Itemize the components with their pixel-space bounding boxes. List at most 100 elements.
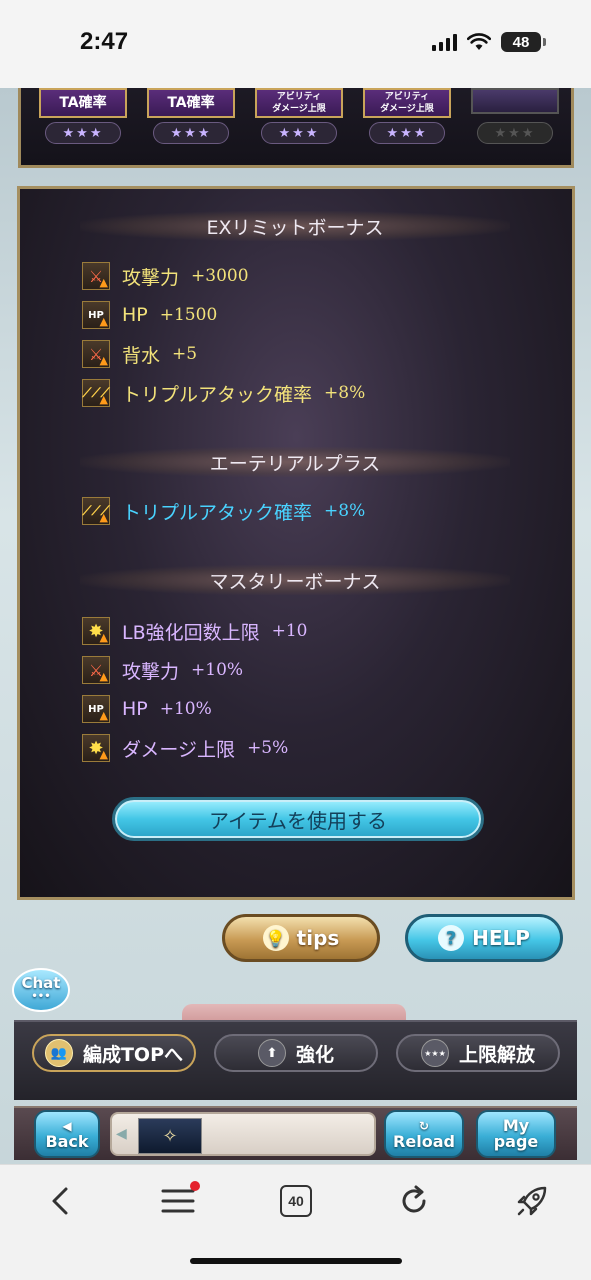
browser-menu-button[interactable] — [156, 1179, 200, 1223]
back-label: Back — [45, 1132, 89, 1151]
bonus-row: ⟋⟋⟋ ▲ トリプルアタック確率 +8% — [82, 496, 365, 526]
bonus-label: LB強化回数上限 — [122, 621, 260, 644]
notification-dot — [190, 1181, 200, 1191]
bonus-value: +3000 — [191, 266, 249, 286]
bonus-row: ⟋⟋⟋ ▲ トリプルアタック確率 +8% — [82, 378, 365, 408]
skill-card-ability-damage-cap[interactable]: アビリティ ダメージ上限 — [363, 88, 451, 118]
skill-card-label: アビリティ ダメージ上限 — [380, 92, 434, 114]
bonus-value: +10% — [159, 699, 212, 719]
tab-upgrade[interactable]: ⬆ 強化 — [214, 1034, 378, 1072]
browser-tabs-button[interactable]: 40 — [274, 1179, 318, 1223]
reload-label: Reload — [393, 1132, 455, 1151]
skill-stars: ★★★ — [369, 122, 445, 144]
bonus-row: HP ▲ HP +1500 — [82, 300, 217, 330]
bonus-label: トリプルアタック確率 — [122, 383, 313, 406]
chat-label: Chat — [21, 974, 61, 992]
section-header-mastery: マスタリーボーナス — [80, 565, 510, 595]
mypage-label-line2: page — [493, 1132, 539, 1151]
skill-stars: ★★★ — [45, 122, 121, 144]
bonus-row: ✸ ▲ LB強化回数上限 +10 — [82, 616, 308, 646]
battery-indicator: 48 — [501, 32, 546, 52]
skill-stars-empty: ★★★ — [477, 122, 553, 144]
arrow-up-icon: ⬆ — [257, 1039, 286, 1067]
bonus-value: +1500 — [159, 305, 218, 325]
use-item-button[interactable]: アイテムを使用する — [112, 797, 484, 841]
browser-back-button[interactable] — [38, 1179, 82, 1223]
bonus-value: +8% — [324, 383, 366, 403]
bonus-row: ⚔ ▲ 攻撃力 +3000 — [82, 261, 249, 291]
chevron-left-icon[interactable]: ◀ — [116, 1126, 130, 1146]
question-mark-icon: ? — [438, 925, 465, 951]
tab-label: 上限解放 — [458, 1043, 535, 1066]
signal-icon — [432, 33, 457, 51]
bonus-value: +5% — [247, 738, 289, 758]
menu-icon — [161, 1189, 195, 1213]
bonus-panel: EXリミットボーナス ⚔ ▲ 攻撃力 +3000 HP ▲ HP +1500 ⚔ ▲ … — [17, 186, 575, 900]
rocket-icon — [517, 1186, 547, 1216]
mypage-button[interactable]: My page — [476, 1110, 556, 1158]
tab-formation-top[interactable]: 👥 編成TOPへ — [32, 1034, 196, 1072]
help-button[interactable]: ? HELP — [405, 914, 563, 962]
bonus-value: +10% — [191, 660, 244, 680]
skill-card-ta-rate[interactable]: TA確率 — [147, 88, 235, 118]
bonus-label: 攻撃力 — [122, 660, 180, 683]
browser-rocket-button[interactable] — [510, 1179, 554, 1223]
hp-icon: HP ▲ — [82, 695, 110, 723]
bonus-row: ⚔ ▲ 攻撃力 +10% — [82, 655, 243, 685]
star-burst-icon: ✸ ▲ — [82, 617, 110, 645]
chevron-left-icon — [52, 1187, 68, 1215]
party-icon: 👥 — [44, 1039, 73, 1067]
back-button[interactable]: ◀ Back — [34, 1110, 100, 1158]
hp-icon: HP ▲ — [82, 301, 110, 329]
stars-icon: ★★★ — [420, 1039, 449, 1067]
triple-attack-icon: ⟋⟋⟋ ▲ — [82, 379, 110, 407]
weapon-skill-panel: TA確率 ★★★ TA確率 ★★★ アビリティ ダメージ上限 ★★★ アビリティ… — [18, 88, 574, 168]
skill-card-ta-rate[interactable]: TA確率 — [39, 88, 127, 118]
browser-reload-button[interactable] — [392, 1179, 436, 1223]
tab-uncap[interactable]: ★★★ 上限解放 — [396, 1034, 560, 1072]
attack-icon: ⚔ ▲ — [82, 262, 110, 290]
tab-label: 強化 — [295, 1043, 334, 1066]
section-header-ethereal: エーテリアルプラス — [80, 447, 510, 477]
recent-page-thumbnail[interactable]: ✧ — [138, 1118, 202, 1154]
game-viewport: TA確率 ★★★ TA確率 ★★★ アビリティ ダメージ上限 ★★★ アビリティ… — [0, 88, 591, 1164]
status-icons: 48 — [432, 32, 546, 52]
attack-icon: ⚔ ▲ — [82, 340, 110, 368]
bonus-label: 攻撃力 — [122, 266, 180, 289]
skill-card-ability-damage-cap[interactable]: アビリティ ダメージ上限 — [255, 88, 343, 118]
bonus-label: ダメージ上限 — [122, 738, 236, 761]
bonus-value: +8% — [324, 501, 366, 521]
bonus-label: 背水 — [122, 344, 161, 367]
bonus-label: トリプルアタック確率 — [122, 501, 313, 524]
wifi-icon — [467, 33, 491, 50]
help-label: HELP — [472, 926, 530, 950]
skill-card-locked[interactable] — [471, 88, 559, 114]
triple-attack-icon: ⟋⟋⟋ ▲ — [82, 497, 110, 525]
star-burst-icon: ✸ ▲ — [82, 734, 110, 762]
chat-button[interactable]: Chat ••• — [12, 968, 70, 1012]
status-bar: 2:47 48 — [0, 0, 591, 88]
attack-icon: ⚔ ▲ — [82, 656, 110, 684]
lightbulb-icon: 💡 — [262, 925, 289, 951]
bonus-label: HP — [122, 304, 148, 326]
bonus-value: +5 — [172, 344, 198, 364]
skill-card-label: アビリティ ダメージ上限 — [272, 92, 326, 114]
section-header-ex-limit: EXリミットボーナス — [80, 211, 510, 241]
bonus-row: ✸ ▲ ダメージ上限 +5% — [82, 733, 288, 763]
skill-stars: ★★★ — [261, 122, 337, 144]
bonus-row: ⚔ ▲ 背水 +5 — [82, 339, 197, 369]
game-nav-strip: ◀ Back ◀ ✧ ↻ Reload My page — [14, 1106, 577, 1160]
bonus-value: +10 — [271, 621, 308, 641]
skill-stars: ★★★ — [153, 122, 229, 144]
home-indicator — [190, 1258, 402, 1264]
status-time: 2:47 — [80, 28, 129, 55]
bonus-label: HP — [122, 698, 148, 720]
tips-label: tips — [296, 926, 340, 950]
tab-label: 編成TOPへ — [82, 1043, 184, 1066]
chat-dots-icon: ••• — [31, 991, 51, 1002]
tab-count-badge: 40 — [280, 1185, 312, 1217]
tips-button[interactable]: 💡 tips — [222, 914, 380, 962]
reload-icon — [402, 1185, 426, 1213]
reload-button[interactable]: ↻ Reload — [384, 1110, 464, 1158]
recent-pages-strip[interactable]: ◀ ✧ — [110, 1112, 376, 1156]
